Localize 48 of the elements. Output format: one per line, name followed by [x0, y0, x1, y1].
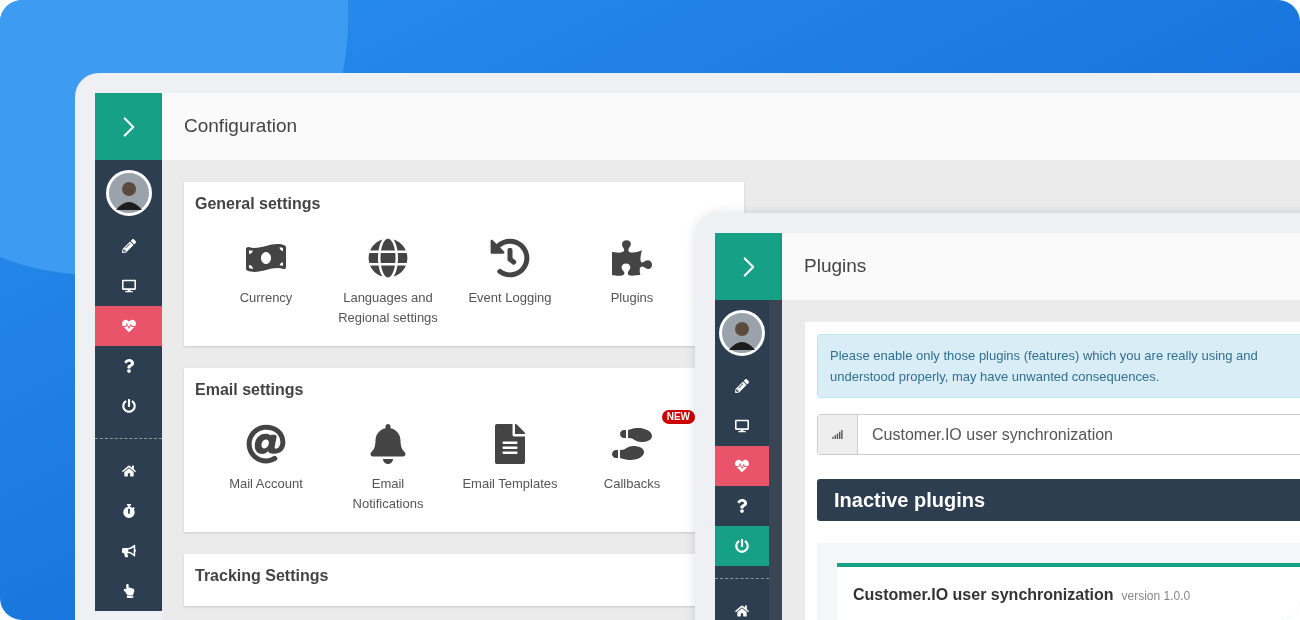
hand-pointer-icon	[121, 584, 136, 598]
stopwatch-icon	[121, 504, 136, 518]
at-sign-icon	[246, 424, 286, 464]
plugin-version: version 1.0.0	[1121, 588, 1191, 605]
section-heading: Inactive plugins	[834, 488, 986, 513]
monitor-icon	[121, 279, 136, 293]
settings-item[interactable]: Email Notifications	[327, 424, 449, 514]
megaphone-icon	[121, 544, 136, 558]
power-icon	[121, 399, 136, 413]
item-label: Callbacks	[602, 475, 662, 493]
item-label: Email Templates	[461, 475, 559, 493]
page-title: Configuration	[184, 114, 298, 139]
power-icon	[735, 539, 749, 553]
settings-item[interactable]: Callbacks	[571, 424, 693, 494]
settings-item[interactable]: Email Templates	[449, 424, 571, 494]
section-title: Tracking Settings	[195, 566, 330, 586]
globe-icon	[368, 238, 408, 278]
item-label: Languages and Regional settings	[337, 289, 439, 327]
settings-item[interactable]: Plugins	[571, 238, 693, 308]
settings-item[interactable]: Currency	[205, 238, 327, 308]
bell-icon	[368, 424, 408, 464]
settings-item[interactable]: Languages and Regional settings	[327, 238, 449, 328]
plugin-name: Customer.IO user synchronization	[853, 585, 1114, 605]
pencil-icon	[121, 239, 136, 253]
monitor-icon	[735, 419, 749, 433]
signal-bars-icon	[832, 429, 843, 440]
item-label: Currency	[238, 289, 294, 307]
home-icon	[121, 464, 136, 478]
item-label: Email Notifications	[351, 475, 425, 513]
puzzle-icon	[612, 238, 652, 278]
heartbeat-icon	[735, 459, 749, 473]
avatar[interactable]	[719, 310, 765, 356]
home-icon	[735, 604, 749, 618]
item-label: Event Logging	[467, 289, 553, 307]
item-label: Plugins	[609, 289, 655, 307]
pencil-icon	[735, 379, 749, 393]
item-label: Mail Account	[228, 475, 304, 493]
alert-text: Please enable only those plugins (features) which you are really using and understood properly, may have unwanted consequences.	[830, 347, 1259, 386]
new-badge: NEW	[661, 410, 695, 424]
section-title: General settings	[195, 194, 322, 214]
avatar[interactable]	[105, 170, 152, 216]
settings-item[interactable]: Event Logging	[449, 238, 571, 308]
history-clock-icon	[490, 238, 530, 278]
heartbeat-icon	[121, 319, 136, 333]
settings-item[interactable]: Mail Account	[205, 424, 327, 494]
section-title: Email settings	[195, 380, 305, 400]
help-icon	[735, 499, 749, 513]
page-title: Plugins	[804, 254, 867, 279]
